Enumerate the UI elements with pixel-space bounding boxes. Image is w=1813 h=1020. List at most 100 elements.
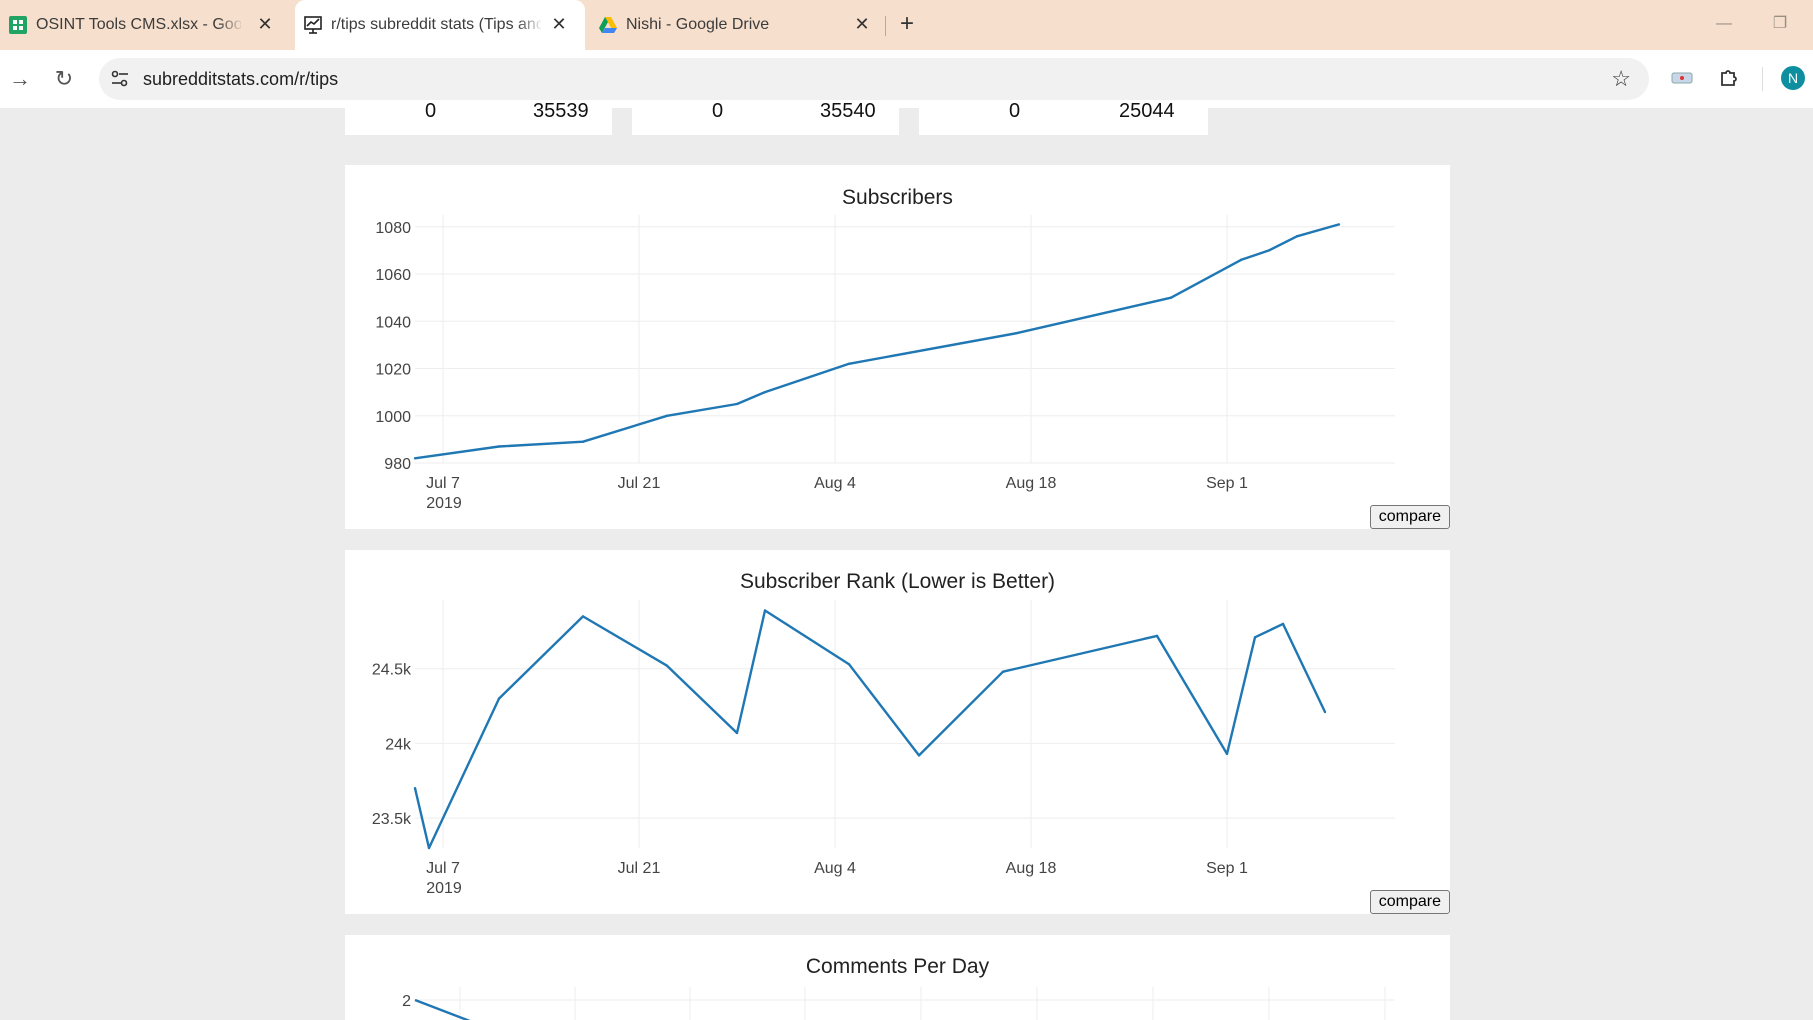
data-point: [581, 615, 585, 618]
toolbar-divider: [1762, 67, 1763, 91]
data-point: [1295, 235, 1299, 238]
stat-value: 35540: [820, 100, 876, 122]
data-point: [497, 445, 501, 448]
subscribers-chart: Jul 7 2019 Jul 21 Aug 4 Aug 18 Sep 1 980 1000 10…: [375, 215, 1395, 512]
x-tick-label: Jul 21: [618, 860, 661, 877]
data-point: [427, 846, 431, 850]
tab-fade: [218, 14, 244, 36]
data-point: [665, 414, 669, 417]
data-point: [1001, 670, 1005, 673]
data-point: [847, 362, 851, 365]
reload-icon[interactable]: ↻: [52, 67, 76, 91]
new-tab-icon[interactable]: +: [895, 12, 919, 36]
sheets-icon: [9, 16, 27, 34]
data-point: [1323, 710, 1327, 714]
data-point: [1155, 634, 1159, 638]
stat-card: 0 35540: [632, 100, 899, 135]
x-tick-label: Aug 18: [1006, 475, 1057, 492]
tab-label: Nishi - Google Drive: [626, 16, 770, 33]
data-point: [735, 402, 739, 406]
bookmark-star-icon[interactable]: ☆: [1611, 66, 1631, 92]
y-tick-label: 980: [384, 456, 411, 473]
url-text: subredditstats.com/r/tips: [143, 69, 339, 89]
forward-icon[interactable]: →: [8, 67, 32, 91]
data-point: [1169, 296, 1173, 299]
tab-subreddit-stats[interactable]: r/tips subreddit stats (Tips and t ✕: [295, 0, 585, 50]
stat-value: 0: [425, 100, 437, 122]
data-point: [1253, 636, 1257, 639]
extension-icon[interactable]: [1669, 65, 1695, 91]
tab-strip: OSINT Tools CMS.xlsx - Google ✕ r/tips s…: [0, 0, 1813, 50]
stat-value: 0: [712, 100, 724, 122]
restore-icon[interactable]: ❐: [1770, 14, 1790, 34]
extensions-puzzle-icon[interactable]: [1716, 65, 1742, 91]
close-icon[interactable]: ✕: [255, 14, 275, 34]
x-tick-label: Aug 18: [1006, 860, 1057, 877]
browser-toolbar: → ↻ subredditstats.com/r/tips ☆: [0, 50, 1813, 108]
tab-fade: [517, 14, 543, 36]
tab-osint-sheet[interactable]: OSINT Tools CMS.xlsx - Google ✕: [0, 0, 290, 50]
series-line: [414, 998, 471, 1020]
data-point: [763, 390, 767, 394]
drive-icon: [599, 17, 617, 33]
close-icon[interactable]: ✕: [549, 14, 569, 34]
compare-button[interactable]: compare: [1369, 890, 1450, 914]
data-point: [1267, 249, 1271, 252]
data-point: [1225, 752, 1229, 756]
x-tick-label: Jul 21: [618, 475, 661, 492]
comments-chart: 2: [402, 987, 1395, 1020]
stat-card: 0 35539: [345, 100, 612, 135]
data-point: [1337, 223, 1341, 226]
x-tick-label: Aug 4: [814, 860, 856, 877]
data-point: [581, 440, 585, 443]
data-point: [1281, 622, 1285, 626]
tab-google-drive[interactable]: Nishi - Google Drive ✕: [590, 0, 880, 50]
x-tick-label: Jul 7: [426, 860, 460, 877]
y-tick-label: 1020: [375, 362, 411, 379]
data-point: [665, 664, 669, 667]
comments-chart-card: Comments Per Day 2: [345, 935, 1450, 1020]
y-tick-label: 1040: [375, 314, 411, 331]
data-point: [735, 731, 739, 735]
stats-icon: [304, 16, 322, 34]
tab-divider: [885, 16, 886, 36]
y-tick-label: 1060: [375, 267, 411, 284]
stat-card: 0 25044: [919, 100, 1208, 135]
profile-avatar[interactable]: N: [1781, 66, 1805, 90]
y-tick-label: 24k: [385, 736, 412, 753]
subscribers-chart-card: Subscribers Jul 7 2019 Jul 21 Aug 4 Aug 18 Se…: [345, 165, 1450, 529]
stat-value: 0: [1009, 100, 1021, 122]
y-tick-label: 24.5k: [372, 662, 412, 679]
x-tick-label: 2019: [426, 880, 462, 897]
close-icon[interactable]: ✕: [852, 14, 872, 34]
x-tick-label: Sep 1: [1206, 860, 1248, 877]
x-tick-label: 2019: [426, 495, 462, 512]
compare-button[interactable]: compare: [1369, 505, 1450, 529]
stat-value: 25044: [1119, 100, 1175, 122]
data-point: [847, 663, 851, 666]
minimize-icon[interactable]: —: [1714, 14, 1734, 34]
tab-label: r/tips subreddit stats (Tips and t: [331, 16, 541, 33]
data-point: [917, 754, 921, 757]
stat-value: 35539: [533, 100, 589, 122]
data-point: [1239, 258, 1243, 262]
series-line: [413, 609, 1327, 850]
data-point: [1015, 331, 1019, 335]
data-point: [497, 697, 501, 700]
tab-label: OSINT Tools CMS.xlsx - Google: [36, 16, 241, 33]
y-tick-label: 23.5k: [372, 811, 412, 828]
y-tick-label: 1080: [375, 220, 411, 237]
data-point: [413, 787, 417, 790]
rank-chart: Jul 7 2019 Jul 21 Aug 4 Aug 18 Sep 1 23.5k 24k 2…: [372, 600, 1395, 897]
rank-chart-card: Subscriber Rank (Lower is Better) Jul 72…: [345, 550, 1450, 914]
data-point: [413, 457, 417, 460]
y-tick-label: 2: [402, 993, 411, 1010]
x-tick-label: Sep 1: [1206, 475, 1248, 492]
x-tick-label: Aug 4: [814, 475, 856, 492]
x-tick-label: Jul 7: [426, 475, 460, 492]
site-settings-icon[interactable]: [109, 68, 131, 90]
data-point: [763, 609, 767, 612]
y-tick-label: 1000: [375, 409, 411, 426]
series-line: [414, 223, 1340, 460]
address-bar[interactable]: subredditstats.com/r/tips ☆: [99, 58, 1649, 100]
